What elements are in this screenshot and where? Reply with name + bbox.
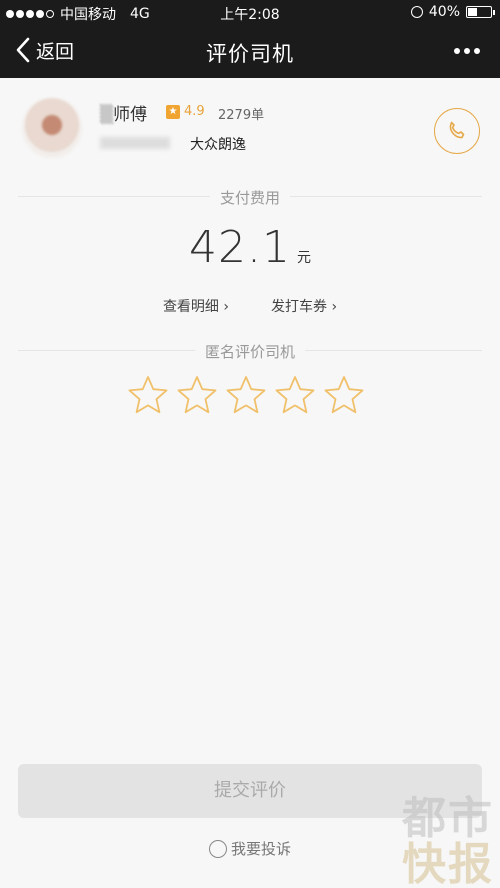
star-icon[interactable] — [127, 374, 169, 416]
star-icon[interactable] — [323, 374, 365, 416]
view-detail-link[interactable]: 查看明细 › — [163, 296, 229, 316]
more-icon — [454, 48, 460, 54]
review-section-label: 匿名评价司机 — [0, 341, 500, 362]
payment-section-label: 支付费用 — [0, 187, 500, 208]
car-model: 大众朗逸 — [190, 137, 246, 153]
driver-card: ▒师傅 ★ 4.9 2279单 大众朗逸 — [0, 78, 500, 188]
fee-unit: 元 — [296, 250, 311, 266]
fee-display: 42.1 元 — [0, 222, 500, 273]
battery-fill — [468, 8, 477, 16]
watermark-line2: 快报 — [402, 839, 494, 888]
nav-bar: 返回 评价司机 — [0, 26, 500, 78]
order-count: 2279单 — [218, 108, 265, 123]
star-rating — [127, 374, 365, 416]
plate-number-blurred — [100, 137, 170, 149]
status-right: 40% — [410, 4, 495, 20]
payment-links: 查看明细 › 发打车券 › — [0, 296, 500, 316]
battery-percent: 40% — [428, 4, 460, 20]
complain-icon — [208, 839, 227, 858]
phone-icon — [449, 121, 465, 139]
rating-star-icon: ★ — [166, 104, 180, 119]
send-coupon-link[interactable]: 发打车券 › — [271, 296, 337, 316]
page-title: 评价司机 — [206, 42, 294, 66]
driver-avatar — [22, 98, 82, 158]
fee-amount: 42.1 — [189, 222, 291, 273]
call-driver-button[interactable] — [434, 108, 480, 154]
more-button[interactable] — [454, 40, 480, 54]
star-icon[interactable] — [176, 374, 218, 416]
rating-value: 4.9 — [184, 104, 205, 119]
star-icon[interactable] — [274, 374, 316, 416]
complain-label: 我要投诉 — [230, 840, 291, 858]
star-icon[interactable] — [225, 374, 267, 416]
driver-name: ▒师傅 — [100, 105, 148, 125]
driver-rating: ★ 4.9 — [166, 104, 205, 119]
status-bar: 中国移动 4G 上午2:08 40% — [0, 0, 500, 26]
rotation-lock-icon — [410, 6, 423, 18]
battery-icon — [466, 6, 495, 18]
watermark-logo: 都市 快报 — [386, 782, 494, 888]
